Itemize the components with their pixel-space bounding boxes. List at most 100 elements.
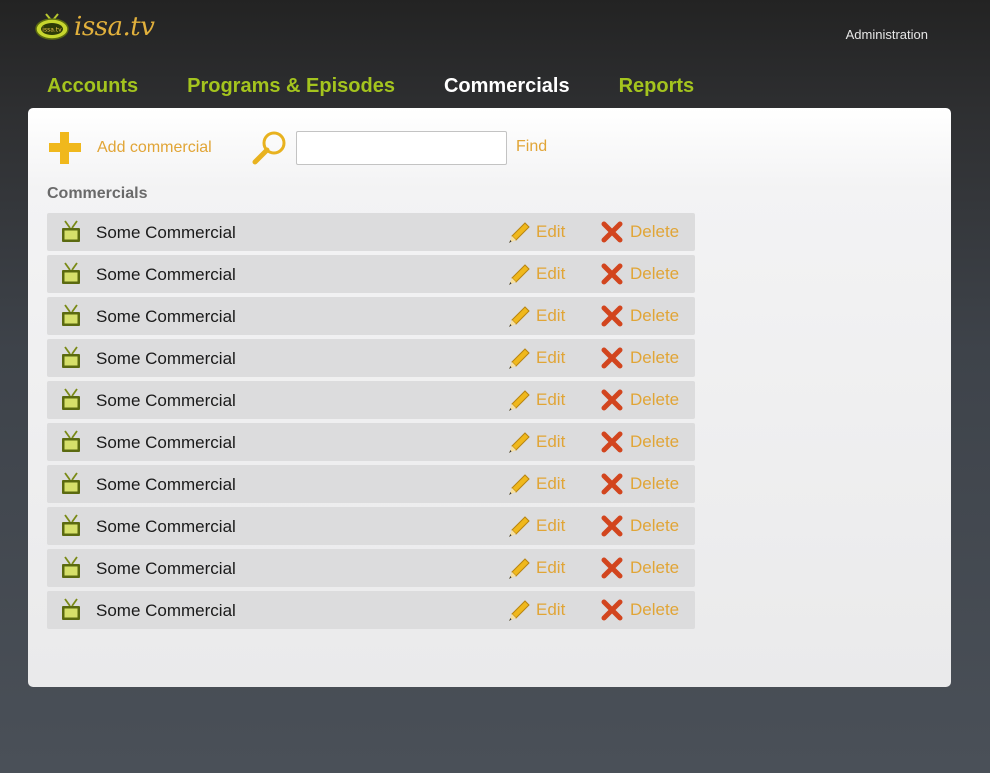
pencil-icon bbox=[506, 555, 532, 581]
edit-button[interactable]: Edit bbox=[506, 472, 565, 496]
add-commercial-button[interactable]: Add commercial bbox=[47, 130, 212, 166]
pencil-icon bbox=[506, 513, 532, 539]
edit-label: Edit bbox=[536, 474, 566, 493]
edit-button[interactable]: Edit bbox=[506, 598, 565, 622]
x-icon bbox=[600, 304, 624, 328]
magnifier-icon bbox=[250, 130, 288, 166]
edit-button[interactable]: Edit bbox=[506, 556, 565, 580]
section-title: Commercials bbox=[47, 185, 148, 202]
administration-link[interactable]: Administration bbox=[846, 27, 928, 42]
x-icon bbox=[600, 346, 624, 370]
tv-icon bbox=[60, 555, 82, 581]
find-button[interactable]: Find bbox=[516, 138, 547, 156]
pencil-icon bbox=[506, 387, 532, 413]
x-icon bbox=[600, 556, 624, 580]
edit-label: Edit bbox=[536, 222, 566, 241]
tab-programs-episodes[interactable]: Programs & Episodes bbox=[187, 72, 395, 100]
pencil-icon bbox=[506, 429, 532, 455]
edit-button[interactable]: Edit bbox=[506, 514, 565, 538]
delete-button[interactable]: Delete bbox=[600, 430, 679, 454]
edit-label: Edit bbox=[536, 306, 566, 325]
search-input[interactable] bbox=[296, 131, 507, 165]
toolbar: Add commercial Find bbox=[47, 130, 647, 166]
delete-label: Delete bbox=[630, 432, 680, 451]
edit-button[interactable]: Edit bbox=[506, 262, 565, 286]
delete-button[interactable]: Delete bbox=[600, 220, 679, 244]
commercial-title: Some Commercial bbox=[96, 223, 236, 242]
x-icon bbox=[600, 472, 624, 496]
tv-icon bbox=[60, 471, 82, 497]
x-icon bbox=[600, 430, 624, 454]
logo[interactable]: issa.tv issa.tv bbox=[34, 8, 155, 46]
pencil-icon bbox=[506, 219, 532, 245]
tv-icon bbox=[60, 387, 82, 413]
delete-button[interactable]: Delete bbox=[600, 514, 679, 538]
tv-icon bbox=[60, 345, 82, 371]
edit-label: Edit bbox=[536, 390, 566, 409]
edit-button[interactable]: Edit bbox=[506, 220, 565, 244]
edit-label: Edit bbox=[536, 432, 566, 451]
logo-text: issa.tv bbox=[74, 12, 155, 42]
add-commercial-label: Add commercial bbox=[97, 139, 212, 156]
tv-icon bbox=[60, 303, 82, 329]
list-item[interactable]: Some Commercial Edit Delete bbox=[47, 423, 695, 461]
list-item[interactable]: Some Commercial Edit Delete bbox=[47, 549, 695, 587]
delete-button[interactable]: Delete bbox=[600, 556, 679, 580]
edit-button[interactable]: Edit bbox=[506, 346, 565, 370]
logo-badge-text: issa.tv bbox=[42, 27, 62, 34]
commercial-title: Some Commercial bbox=[96, 601, 236, 620]
list-item[interactable]: Some Commercial Edit Delete bbox=[47, 297, 695, 335]
edit-label: Edit bbox=[536, 600, 566, 619]
x-icon bbox=[600, 220, 624, 244]
list-item[interactable]: Some Commercial Edit Delete bbox=[47, 591, 695, 629]
tv-icon bbox=[60, 597, 82, 623]
tv-icon bbox=[60, 513, 82, 539]
edit-label: Edit bbox=[536, 264, 566, 283]
pencil-icon bbox=[506, 471, 532, 497]
delete-label: Delete bbox=[630, 390, 680, 409]
list-item[interactable]: Some Commercial Edit Delete bbox=[47, 339, 695, 377]
edit-button[interactable]: Edit bbox=[506, 304, 565, 328]
x-icon bbox=[600, 514, 624, 538]
delete-button[interactable]: Delete bbox=[600, 262, 679, 286]
delete-button[interactable]: Delete bbox=[600, 472, 679, 496]
commercial-title: Some Commercial bbox=[96, 391, 236, 410]
delete-label: Delete bbox=[630, 306, 680, 325]
list-item[interactable]: Some Commercial Edit Delete bbox=[47, 507, 695, 545]
edit-label: Edit bbox=[536, 516, 566, 535]
pencil-icon bbox=[506, 597, 532, 623]
commercial-title: Some Commercial bbox=[96, 517, 236, 536]
delete-button[interactable]: Delete bbox=[600, 388, 679, 412]
list-item[interactable]: Some Commercial Edit Delete bbox=[47, 381, 695, 419]
tv-logo-icon: issa.tv bbox=[34, 12, 70, 42]
commercial-title: Some Commercial bbox=[96, 307, 236, 326]
content-panel: Add commercial Find Commercials Some Com… bbox=[28, 108, 951, 687]
edit-label: Edit bbox=[536, 348, 566, 367]
main-nav: Accounts Programs & Episodes Commercials… bbox=[47, 72, 743, 100]
tv-icon bbox=[60, 219, 82, 245]
delete-label: Delete bbox=[630, 558, 680, 577]
x-icon bbox=[600, 598, 624, 622]
delete-button[interactable]: Delete bbox=[600, 598, 679, 622]
delete-button[interactable]: Delete bbox=[600, 346, 679, 370]
commercial-title: Some Commercial bbox=[96, 265, 236, 284]
tab-accounts[interactable]: Accounts bbox=[47, 72, 138, 100]
edit-button[interactable]: Edit bbox=[506, 388, 565, 412]
delete-button[interactable]: Delete bbox=[600, 304, 679, 328]
commercial-title: Some Commercial bbox=[96, 349, 236, 368]
delete-label: Delete bbox=[630, 474, 680, 493]
tv-icon bbox=[60, 261, 82, 287]
tab-commercials[interactable]: Commercials bbox=[444, 72, 570, 100]
edit-button[interactable]: Edit bbox=[506, 430, 565, 454]
list-item[interactable]: Some Commercial Edit Delete bbox=[47, 255, 695, 293]
commercial-title: Some Commercial bbox=[96, 433, 236, 452]
commercial-title: Some Commercial bbox=[96, 475, 236, 494]
delete-label: Delete bbox=[630, 600, 680, 619]
pencil-icon bbox=[506, 345, 532, 371]
list-item[interactable]: Some Commercial Edit Delete bbox=[47, 465, 695, 503]
edit-label: Edit bbox=[536, 558, 566, 577]
tv-icon bbox=[60, 429, 82, 455]
list-item[interactable]: Some Commercial Edit Delete bbox=[47, 213, 695, 251]
tab-reports[interactable]: Reports bbox=[619, 72, 695, 100]
pencil-icon bbox=[506, 303, 532, 329]
